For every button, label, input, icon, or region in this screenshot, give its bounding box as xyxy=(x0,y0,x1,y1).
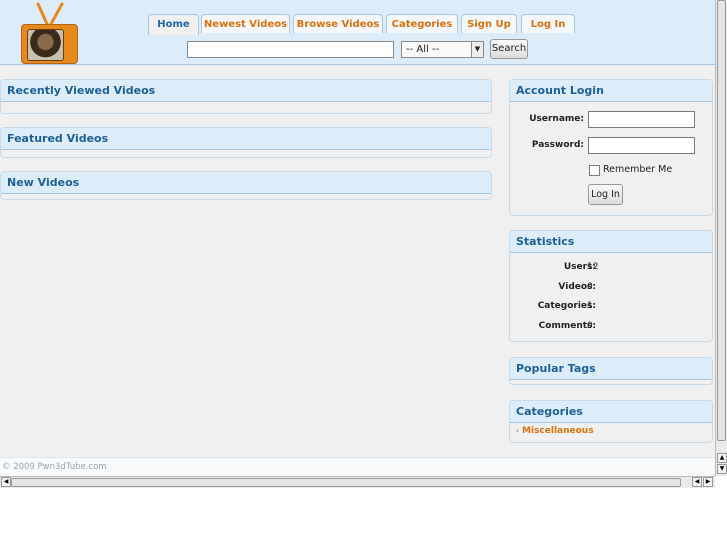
site-logo[interactable] xyxy=(21,2,78,64)
stat-value: 1 xyxy=(587,301,593,311)
page-viewport: Home Newest Videos Browse Videos Categor… xyxy=(0,0,715,476)
category-link-miscellaneous[interactable]: › Miscellaneous xyxy=(516,426,594,436)
horizontal-scrollbar[interactable]: ◀ ◀ ▶ xyxy=(0,476,715,488)
panel-title: Statistics xyxy=(510,231,712,253)
site-footer: © 2009 Pwn3dTube.com xyxy=(0,457,715,476)
stat-row-users: Users: 12 xyxy=(510,262,710,274)
antenna-icon xyxy=(36,2,64,26)
password-label: Password: xyxy=(531,140,584,150)
tab-home[interactable]: Home xyxy=(148,14,199,35)
panel-title: Account Login xyxy=(510,80,712,102)
horizontal-scrollbar-thumb[interactable] xyxy=(11,478,681,487)
category-select-value: -- All -- xyxy=(406,44,440,55)
bullet-arrow-icon: › xyxy=(516,427,519,435)
chevron-down-icon: ▼ xyxy=(471,42,483,57)
tab-log-in[interactable]: Log In xyxy=(521,14,575,33)
copyright-text: © 2009 Pwn3dTube.com xyxy=(2,462,107,472)
tab-newest-videos[interactable]: Newest Videos xyxy=(201,14,290,33)
stat-row-comments: Comments: 0 xyxy=(510,321,710,333)
tab-categories[interactable]: Categories xyxy=(386,14,458,33)
scroll-right-arrow-icon[interactable]: ▶ xyxy=(703,477,713,487)
stat-row-videos: Videos: 0 xyxy=(510,282,710,294)
new-videos-panel: New Videos xyxy=(0,171,492,200)
tab-browse-videos[interactable]: Browse Videos xyxy=(293,14,383,33)
tab-sign-up[interactable]: Sign Up xyxy=(461,14,517,33)
search-button[interactable]: Search xyxy=(490,39,528,59)
recently-viewed-panel: Recently Viewed Videos xyxy=(0,79,492,114)
login-button[interactable]: Log In xyxy=(588,184,623,205)
featured-videos-panel: Featured Videos xyxy=(0,127,492,158)
category-select[interactable]: -- All -- ▼ xyxy=(401,41,484,58)
scroll-left-arrow-icon[interactable]: ◀ xyxy=(692,477,702,487)
category-link-label: Miscellaneous xyxy=(522,426,594,436)
panel-title: Recently Viewed Videos xyxy=(1,80,491,102)
panel-title: Categories xyxy=(510,401,712,423)
panel-title: New Videos xyxy=(1,172,491,194)
password-field[interactable] xyxy=(588,137,695,154)
vertical-scrollbar-thumb[interactable] xyxy=(717,0,726,441)
scroll-up-arrow-icon[interactable]: ▲ xyxy=(717,453,727,463)
account-login-panel: Account Login Username: Password: Rememb… xyxy=(509,79,713,216)
stat-value: 12 xyxy=(587,262,599,272)
panel-title: Popular Tags xyxy=(510,358,712,380)
panel-title: Featured Videos xyxy=(1,128,491,150)
tv-icon xyxy=(21,24,78,64)
tv-screen-image xyxy=(27,29,64,61)
username-label: Username: xyxy=(529,114,584,124)
vertical-scrollbar[interactable]: ▲ ▼ xyxy=(715,0,727,476)
remember-me-checkbox[interactable] xyxy=(589,165,600,176)
stat-row-categories: Categories: 1 xyxy=(510,301,710,313)
statistics-panel: Statistics Users: 12 Videos: 0 Categorie… xyxy=(509,230,713,342)
categories-panel: Categories › Miscellaneous xyxy=(509,400,713,443)
stat-value: 0 xyxy=(587,282,593,292)
search-input[interactable] xyxy=(187,41,394,58)
scroll-left-arrow-icon[interactable]: ◀ xyxy=(1,477,11,487)
site-header: Home Newest Videos Browse Videos Categor… xyxy=(0,0,715,65)
remember-me-label: Remember Me xyxy=(603,164,673,175)
popular-tags-panel: Popular Tags xyxy=(509,357,713,385)
stat-value: 0 xyxy=(587,321,593,331)
username-field[interactable] xyxy=(588,111,695,128)
scroll-down-arrow-icon[interactable]: ▼ xyxy=(717,464,727,474)
